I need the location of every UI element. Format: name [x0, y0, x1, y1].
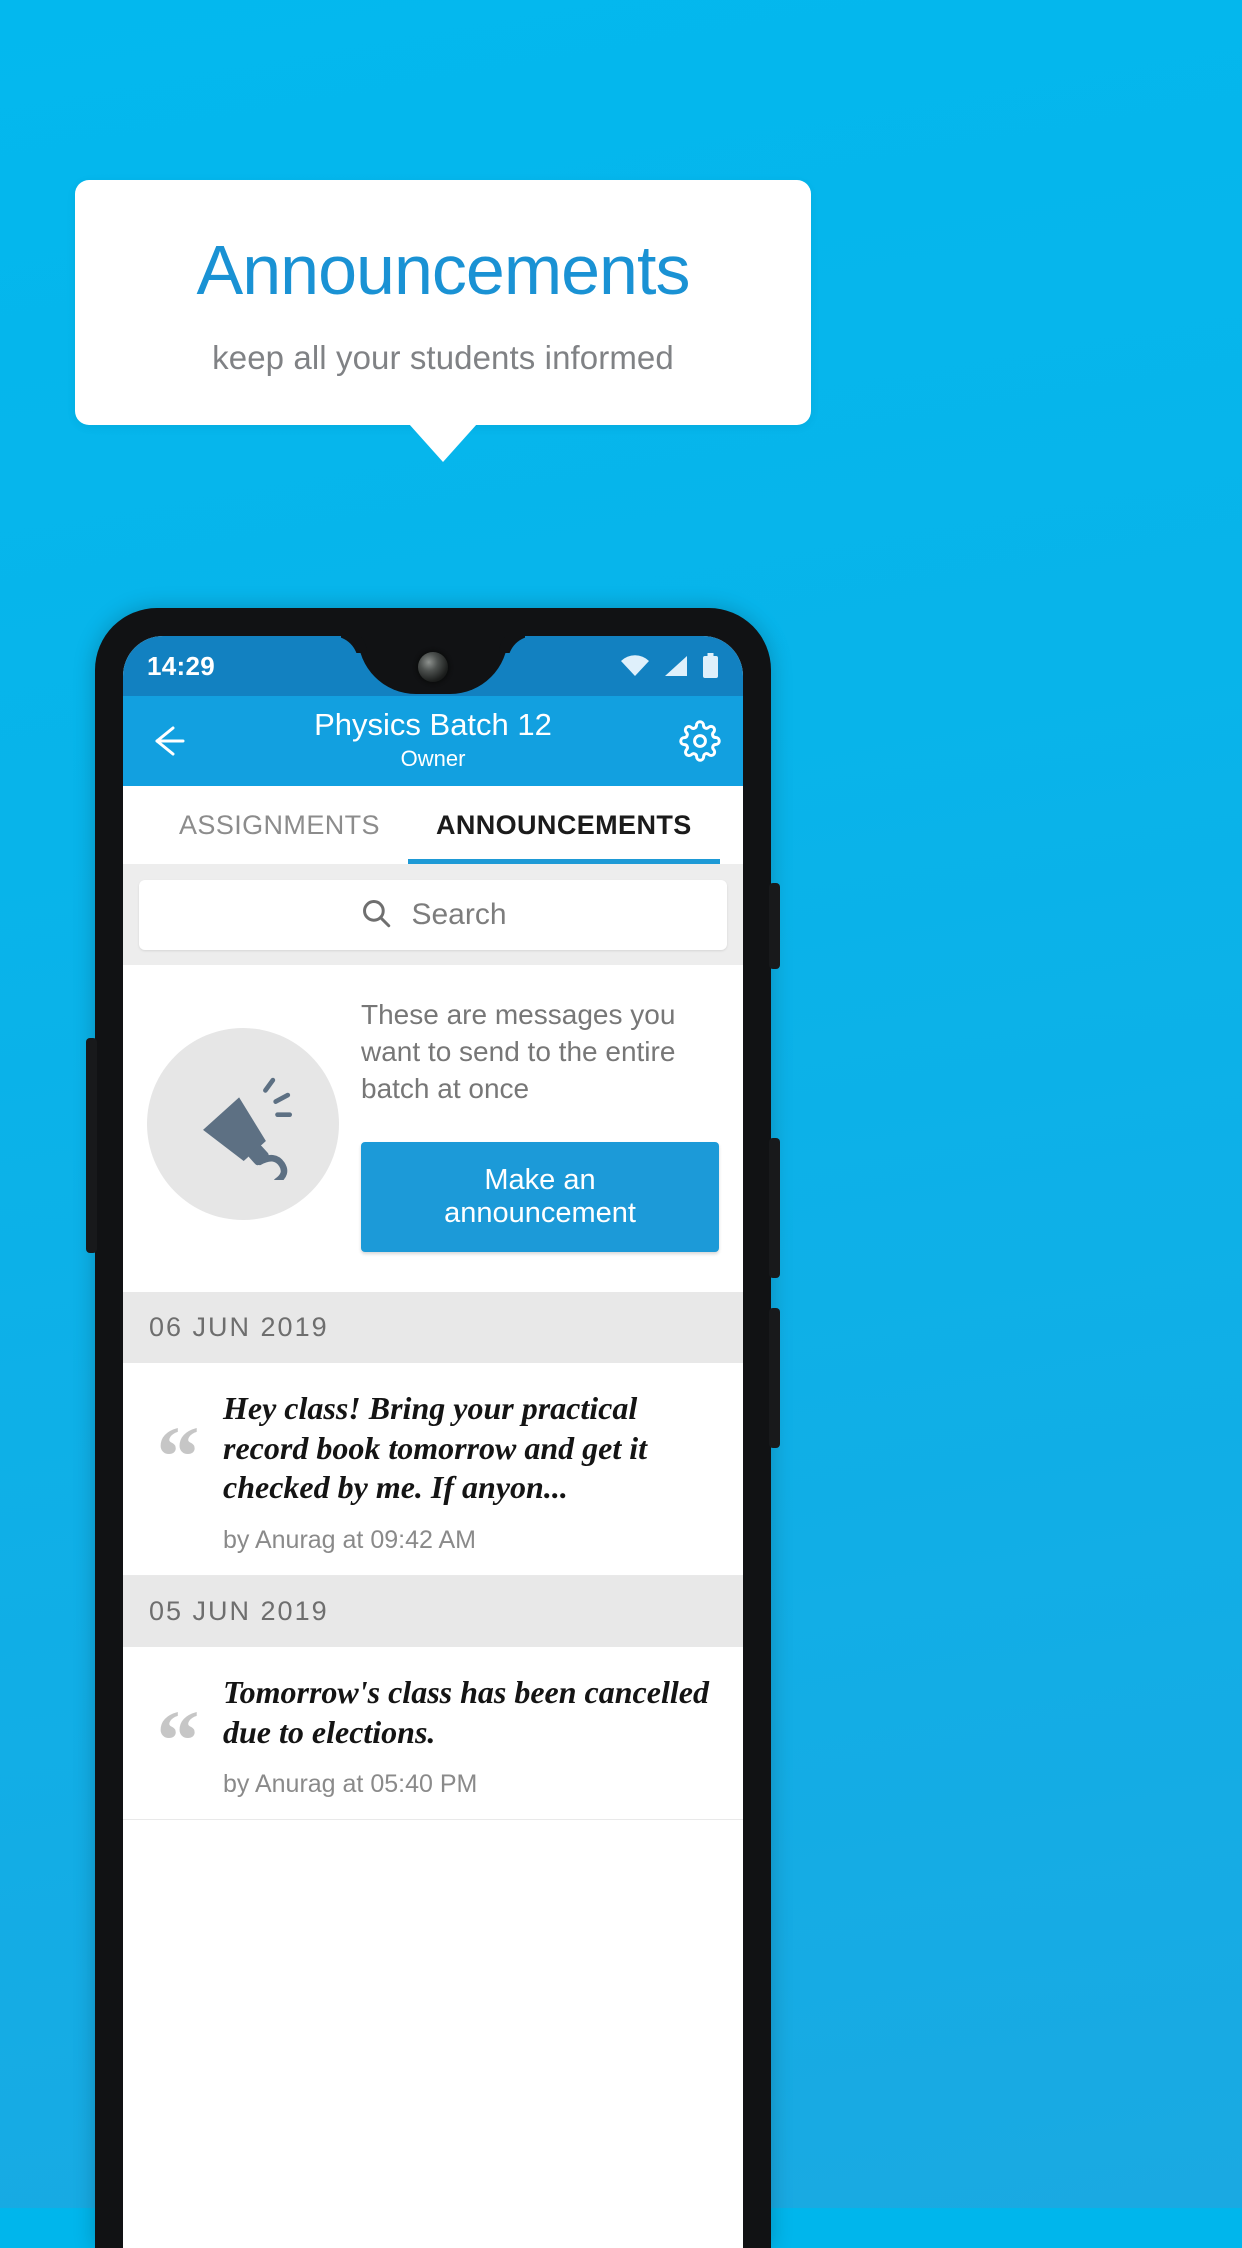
gear-icon[interactable] [679, 720, 721, 762]
make-announcement-button[interactable]: Make an announcement [361, 1141, 719, 1252]
promo-title: Announcements [196, 230, 691, 309]
quote-icon: “ [156, 1407, 200, 1504]
phone-left-button [86, 1038, 97, 1253]
megaphone-icon [147, 1028, 339, 1221]
phone-notch [358, 636, 508, 694]
status-bar: 14:29 [123, 636, 743, 696]
app-bar-titles: Physics Batch 12 Owner [123, 708, 743, 773]
quote-icon: “ [156, 1691, 200, 1788]
phone-volume-up-button [769, 1138, 780, 1278]
page-subtitle: Owner [400, 746, 466, 772]
announcement-empty-state: These are messages you want to send to t… [123, 965, 743, 1292]
empty-state-description: These are messages you want to send to t… [361, 999, 676, 1104]
announcement-text: Hey class! Bring your practical record b… [223, 1389, 648, 1506]
page-title: Physics Batch 12 [314, 707, 552, 743]
status-icons [620, 653, 719, 679]
announcement-content: Tomorrow's class has been cancelled due … [223, 1673, 717, 1799]
tab-bar[interactable]: ASSIGNMENTS ANNOUNCEMENTS TESTS V [123, 786, 743, 864]
search-icon [359, 896, 393, 935]
phone-screen: 14:29 Physics Batch 12 Owner ASSIGNMENTS… [123, 636, 743, 2248]
signal-icon [663, 654, 689, 678]
status-time: 14:29 [147, 650, 215, 681]
announcement-list-item[interactable]: “ Hey class! Bring your practical record… [123, 1362, 743, 1576]
battery-icon [702, 653, 719, 679]
tab-assignments[interactable]: ASSIGNMENTS [151, 786, 408, 864]
announcement-meta: by Anurag at 05:40 PM [223, 1770, 478, 1799]
promo-subtitle: keep all your students informed [212, 338, 674, 376]
announcement-content: Hey class! Bring your practical record b… [223, 1389, 717, 1555]
search-placeholder: Search [411, 898, 507, 931]
tab-announcements[interactable]: ANNOUNCEMENTS [407, 786, 720, 864]
promo-card: Announcements keep all your students inf… [75, 180, 811, 425]
promo-card-tail [409, 424, 477, 462]
front-camera [418, 652, 448, 682]
announcement-meta: by Anurag at 09:42 AM [223, 1525, 476, 1554]
announcement-list-item[interactable]: “ Tomorrow's class has been cancelled du… [123, 1646, 743, 1821]
search-section: Search [123, 864, 743, 965]
phone-power-button [769, 883, 780, 969]
tab-tests[interactable]: TESTS [720, 786, 743, 864]
search-input[interactable]: Search [139, 880, 727, 950]
back-arrow-icon[interactable] [145, 718, 191, 764]
phone-mockup: 14:29 Physics Batch 12 Owner ASSIGNMENTS… [86, 608, 780, 2248]
date-header: 05 JUN 2019 [123, 1575, 743, 1647]
wifi-icon [620, 654, 650, 678]
phone-volume-down-button [769, 1308, 780, 1448]
app-bar: Physics Batch 12 Owner [123, 696, 743, 786]
announcement-text: Tomorrow's class has been cancelled due … [223, 1673, 709, 1750]
empty-state-content: These are messages you want to send to t… [361, 997, 719, 1252]
date-header: 06 JUN 2019 [123, 1291, 743, 1363]
